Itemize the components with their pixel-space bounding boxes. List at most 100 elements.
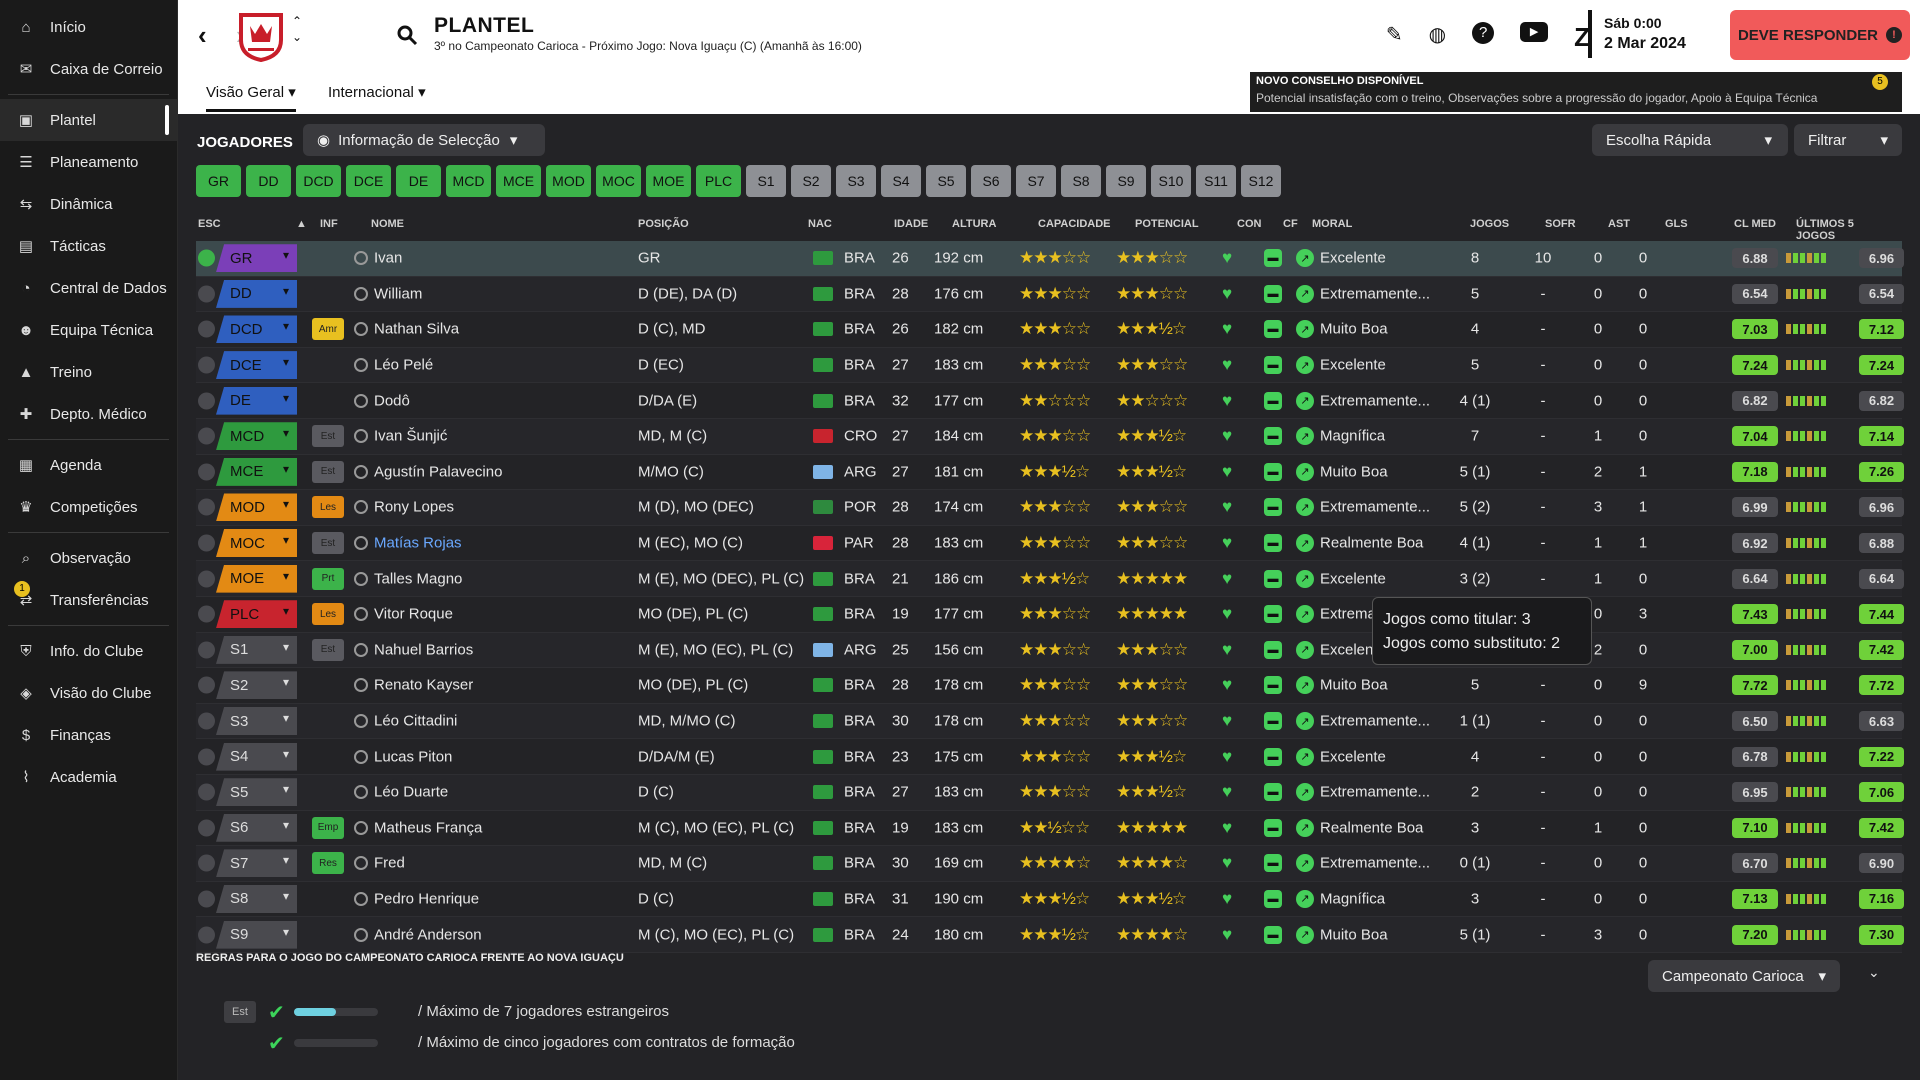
select-checkbox[interactable] [198,249,215,267]
table-row[interactable]: S3 ▾ Léo Cittadini MD, M/MO (C) BRA 30 178 cm ★… [196,703,1904,740]
selection-dropdown[interactable]: DE ▾ [216,386,297,415]
sub-chip[interactable]: S3 [836,165,876,197]
player-name[interactable]: Léo Duarte [374,784,634,801]
select-checkbox[interactable] [198,783,215,801]
sidebar-item-equipa-t-cnica[interactable]: ☻ Equipa Técnica [0,309,177,351]
sidebar-item-in-cio[interactable]: ⌂ Início [0,6,177,48]
position-chip[interactable]: MOD [546,165,591,197]
position-chip[interactable]: MOE [646,165,691,197]
competition-dropdown[interactable]: Campeonato Carioca ▾ [1648,960,1840,992]
select-checkbox[interactable] [198,676,215,694]
sub-chip[interactable]: S9 [1106,165,1146,197]
edit-icon[interactable]: ✎ [1386,22,1403,53]
tab-overview[interactable]: Visão Geral ▾ [206,83,296,112]
position-chip[interactable]: DCE [346,165,391,197]
selection-dropdown[interactable]: DCE ▾ [216,351,297,380]
selection-dropdown[interactable]: S9 ▾ [216,920,297,949]
select-checkbox[interactable] [198,498,215,516]
sub-chip[interactable]: S11 [1196,165,1236,197]
col-potencial[interactable]: POTENCIAL [1135,218,1199,230]
view-dropdown[interactable]: ◉ Informação de Selecção ▾ [303,124,545,156]
col-nome[interactable]: NOME [371,218,404,230]
selection-dropdown[interactable]: S8 ▾ [216,884,297,913]
club-crest-icon[interactable] [238,12,284,62]
player-name[interactable]: Nahuel Barrios [374,641,634,658]
sidebar-item-finan-as[interactable]: $ Finanças [0,714,177,756]
select-checkbox[interactable] [198,748,215,766]
sidebar-item-observa-o[interactable]: ⌕ Observação [0,537,177,579]
selection-dropdown[interactable]: MCE ▾ [216,457,297,486]
position-chip[interactable]: PLC [696,165,741,197]
sidebar-item-planeamento[interactable]: ☰ Planeamento [0,141,177,183]
player-name[interactable]: Léo Pelé [374,357,634,374]
position-chip[interactable]: MCD [446,165,491,197]
position-chip[interactable]: GR [196,165,241,197]
select-checkbox[interactable] [198,712,215,730]
search-icon[interactable] [396,24,418,46]
player-name[interactable]: Léo Cittadini [374,713,634,730]
table-row[interactable]: GR ▾ Ivan GR BRA 26 192 cm ★★★☆☆ ★★★☆☆ ♥ ▬ ↗ Excelen… [196,241,1904,277]
select-checkbox[interactable] [198,320,215,338]
sub-chip[interactable]: S2 [791,165,831,197]
help-icon[interactable]: ? [1472,22,1495,44]
select-checkbox[interactable] [198,392,215,410]
table-row[interactable]: S4 ▾ Lucas Piton D/DA/M (E) BRA 23 175 cm ★★★☆☆… [196,739,1904,775]
selection-dropdown[interactable]: DD ▾ [216,279,297,308]
selection-dropdown[interactable]: MOC ▾ [216,529,297,558]
col-capacidade[interactable]: CAPACIDADE [1038,218,1111,230]
table-row[interactable]: DD ▾ William D (DE), DA (D) BRA 28 176 cm ★★★☆☆… [196,276,1904,313]
select-checkbox[interactable] [198,890,215,908]
sub-chip[interactable]: S5 [926,165,966,197]
sidebar-item-agenda[interactable]: ▦ Agenda [0,444,177,486]
sidebar-item-depto-m-dico[interactable]: ✚ Depto. Médico [0,393,177,435]
sub-chip[interactable]: S12 [1241,165,1281,197]
col-ultimos[interactable]: ÚLTIMOS 5 JOGOS [1796,218,1896,242]
position-chip[interactable]: MCE [496,165,541,197]
selection-dropdown[interactable]: S7 ▾ [216,849,297,878]
quick-pick-dropdown[interactable]: Escolha Rápida ▾ [1592,124,1788,156]
player-name[interactable]: Ivan Šunjić [374,428,634,445]
chevron-down-icon[interactable]: ⌄ [292,30,302,44]
col-cf[interactable]: CF [1283,218,1298,230]
collapse-icon[interactable]: ⌄ [1868,964,1880,981]
sidebar-item-competi-es[interactable]: ♛ Competições [0,486,177,528]
sidebar-item-plantel[interactable]: ▣ Plantel [0,99,177,141]
table-row[interactable]: MCD ▾ Est Ivan Šunjić MD, M (C) CRO 27 184 cm ★★… [196,418,1904,455]
youtube-icon[interactable]: ▶ [1520,22,1549,42]
select-checkbox[interactable] [198,463,215,481]
select-checkbox[interactable] [198,641,215,659]
player-name[interactable]: Pedro Henrique [374,890,634,907]
selection-dropdown[interactable]: DCD ▾ [216,315,297,344]
sub-chip[interactable]: S4 [881,165,921,197]
sidebar-item-t-cticas[interactable]: ▤ Tácticas [0,225,177,267]
player-name[interactable]: Fred [374,855,634,872]
selection-dropdown[interactable]: S2 ▾ [216,671,297,700]
position-chip[interactable]: DCD [296,165,341,197]
table-row[interactable]: S2 ▾ Renato Kayser MO (DE), PL (C) BRA 28 178 … [196,668,1904,704]
table-row[interactable]: MCE ▾ Est Agustín Palavecino M/MO (C) ARG 27 18… [196,455,1904,491]
player-name[interactable]: Rony Lopes [374,499,634,516]
player-name[interactable]: Renato Kayser [374,677,634,694]
col-jogos[interactable]: JOGOS [1470,218,1509,230]
selection-dropdown[interactable]: GR ▾ [216,244,297,273]
col-esc[interactable]: ESC [198,218,221,230]
sort-up-icon[interactable]: ▲ [296,218,307,230]
sub-chip[interactable]: S10 [1151,165,1191,197]
table-row[interactable]: S6 ▾ Emp Matheus França M (C), MO (EC), PL (… [196,811,1904,847]
col-sofr[interactable]: SOFR [1545,218,1576,230]
player-name[interactable]: Matheus França [374,819,634,836]
player-name[interactable]: Talles Magno [374,570,634,587]
player-name[interactable]: Nathan Silva [374,321,634,338]
back-icon[interactable]: ‹ [198,20,207,51]
selection-dropdown[interactable]: S4 ▾ [216,742,297,771]
col-clmed[interactable]: CL MED [1734,218,1776,230]
player-name[interactable]: Vitor Roque [374,606,634,623]
selection-dropdown[interactable]: S1 ▾ [216,635,297,664]
select-checkbox[interactable] [198,926,215,944]
game-date[interactable]: Sáb 0:00 2 Mar 2024 [1588,10,1686,58]
select-checkbox[interactable] [198,570,215,588]
respond-button[interactable]: DEVE RESPONDER ! [1730,10,1910,60]
selection-dropdown[interactable]: MOE ▾ [216,564,297,593]
player-name[interactable]: William [374,285,634,302]
table-row[interactable]: DE ▾ Dodô D/DA (E) BRA 32 177 cm ★★☆☆☆ ★★☆☆☆ ♥ ▬ ↗ E… [196,383,1904,419]
